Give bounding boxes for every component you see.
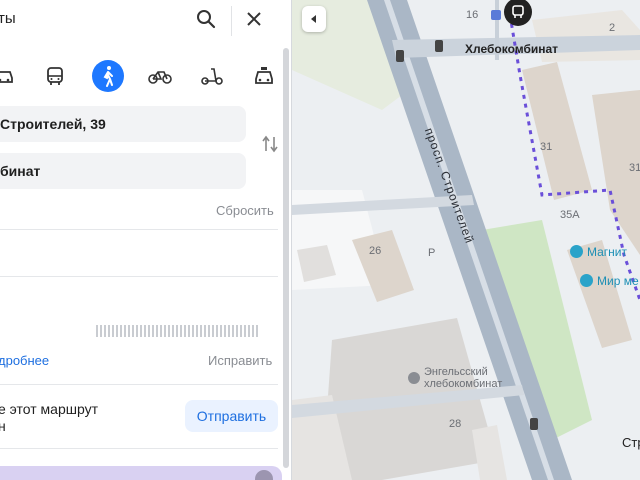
factory-label-line2: хлебокомбинат bbox=[424, 378, 503, 390]
traffic-light-3 bbox=[530, 418, 538, 430]
route-panel: ты Строителей, 39 бинат bbox=[0, 0, 292, 480]
swap-route-button[interactable] bbox=[256, 130, 284, 158]
divider-1 bbox=[0, 229, 278, 230]
route-to-field[interactable]: бинат bbox=[0, 153, 246, 189]
mode-bus[interactable] bbox=[39, 60, 71, 92]
search-icon bbox=[197, 10, 216, 29]
route-from-field[interactable]: Строителей, 39 bbox=[0, 106, 246, 142]
shop-magnit-label[interactable]: Магнит bbox=[587, 245, 627, 259]
shop-icon[interactable] bbox=[570, 245, 583, 258]
panel-scrollbar[interactable] bbox=[283, 48, 289, 468]
fix-link[interactable]: Исправить bbox=[208, 353, 272, 368]
shop-mir-label[interactable]: Мир ме bbox=[597, 274, 639, 288]
transport-modes bbox=[0, 56, 290, 96]
route-from-text: Строителей, 39 bbox=[0, 116, 106, 132]
bus-stop-label: Хлебокомбинат bbox=[465, 42, 559, 56]
bike-icon bbox=[148, 71, 172, 84]
more-details-link[interactable]: дробнее bbox=[0, 353, 49, 368]
route-to-text: бинат bbox=[0, 163, 41, 179]
mode-car[interactable] bbox=[0, 60, 20, 92]
send-button[interactable]: Отправить bbox=[185, 400, 278, 432]
traffic-light-1 bbox=[396, 50, 404, 62]
promo-card[interactable] bbox=[0, 466, 282, 480]
house-number-26: 26 bbox=[369, 245, 382, 257]
factory-icon[interactable] bbox=[408, 372, 420, 384]
search-query-text: ты bbox=[0, 10, 16, 27]
search-divider bbox=[231, 6, 232, 36]
search-button[interactable] bbox=[192, 5, 220, 33]
divider-3 bbox=[0, 384, 278, 385]
reset-link[interactable]: Сбросить bbox=[216, 203, 274, 218]
factory-label-line1: Энгельсский bbox=[424, 366, 488, 378]
mode-walk[interactable] bbox=[92, 60, 124, 92]
swap-icon bbox=[262, 135, 278, 153]
collapse-panel-button[interactable] bbox=[302, 6, 326, 32]
share-text-line2: н bbox=[0, 418, 6, 434]
map-view[interactable]: Хлебокомбинат просп. Строителей 16 2 31 … bbox=[292, 0, 640, 480]
divider-4 bbox=[0, 448, 278, 449]
house-number-16: 16 bbox=[466, 9, 479, 21]
bus-stop-icon bbox=[512, 5, 524, 18]
house-number-35a: 35А bbox=[560, 209, 580, 221]
house-number-28: 28 bbox=[449, 418, 462, 430]
house-number-31: 31 bbox=[540, 141, 553, 153]
bus-icon bbox=[47, 67, 63, 85]
traffic-light-2 bbox=[435, 40, 443, 52]
close-button[interactable] bbox=[240, 5, 268, 33]
search-bar[interactable]: ты bbox=[0, 0, 278, 44]
mode-bike[interactable] bbox=[144, 60, 176, 92]
cut-street-label: Стр bbox=[622, 435, 640, 450]
taxi-icon bbox=[255, 67, 273, 84]
mode-scooter[interactable] bbox=[196, 60, 228, 92]
scooter-icon bbox=[201, 68, 223, 85]
share-text-line1: е этот маршрут bbox=[0, 401, 99, 417]
elevation-profile bbox=[96, 325, 260, 337]
building-31 bbox=[522, 62, 592, 200]
house-number-2: 2 bbox=[609, 22, 616, 34]
parking-label: P bbox=[428, 247, 436, 259]
walk-icon bbox=[103, 66, 113, 87]
chevron-left-icon bbox=[311, 15, 316, 23]
building-bottom bbox=[472, 425, 507, 480]
mode-taxi[interactable] bbox=[248, 60, 280, 92]
house-number-31-right: 31 bbox=[629, 162, 640, 174]
car-service-icon[interactable] bbox=[580, 274, 593, 287]
metro-icon bbox=[491, 10, 501, 20]
car-icon bbox=[0, 71, 13, 83]
divider-2 bbox=[0, 276, 278, 277]
close-icon bbox=[247, 12, 261, 26]
